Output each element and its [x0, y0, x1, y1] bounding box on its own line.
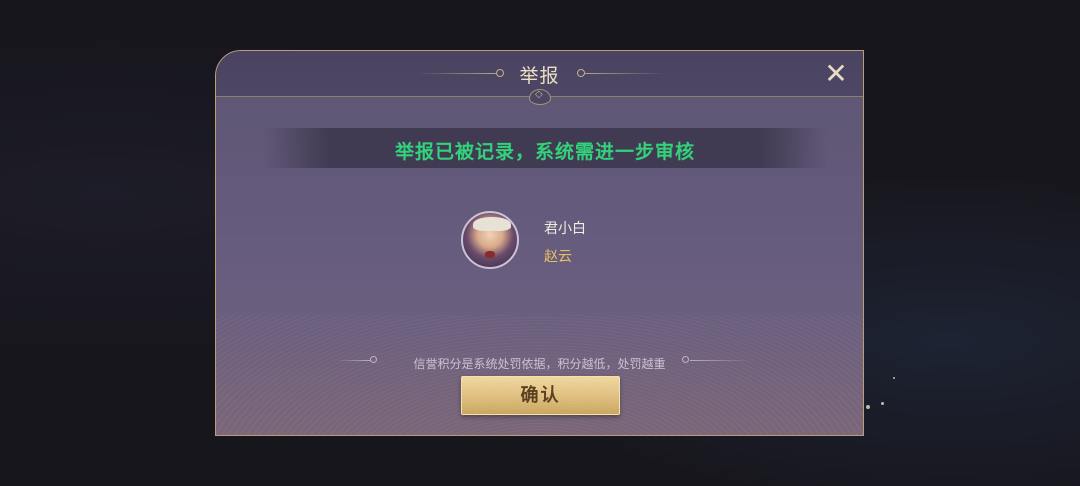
- title-ornament-line: [585, 73, 665, 74]
- note-divider-dot: [682, 356, 689, 363]
- status-message: 举报已被记录，系统需进一步审核: [394, 141, 695, 163]
- status-banner: 举报已被记录，系统需进一步审核: [262, 128, 828, 168]
- note-divider-line: [690, 360, 750, 361]
- sparkle-decoration: [866, 405, 870, 409]
- note-row: 信誉积分是系统处罚依据，积分越低，处罚越重: [216, 353, 863, 372]
- sparkle-decoration: [881, 402, 884, 405]
- dialog-title: 举报: [519, 65, 560, 87]
- reported-hero-name: 赵云: [544, 249, 572, 265]
- credit-score-note: 信誉积分是系统处罚依据，积分越低，处罚越重: [413, 357, 666, 371]
- confirm-button[interactable]: 确认: [461, 376, 620, 415]
- reported-player-name: 君小白: [544, 221, 586, 237]
- header-gem-ornament: [529, 89, 551, 105]
- report-dialog: 举报 ✕ 举报已被记录，系统需进一步审核 君小白 赵云 信誉积分是系统处罚依据，…: [215, 50, 864, 436]
- title-ornament-dot: [577, 69, 585, 77]
- close-icon[interactable]: ✕: [823, 60, 849, 88]
- sparkle-decoration: [893, 377, 895, 379]
- hero-portrait-avatar: [461, 211, 519, 269]
